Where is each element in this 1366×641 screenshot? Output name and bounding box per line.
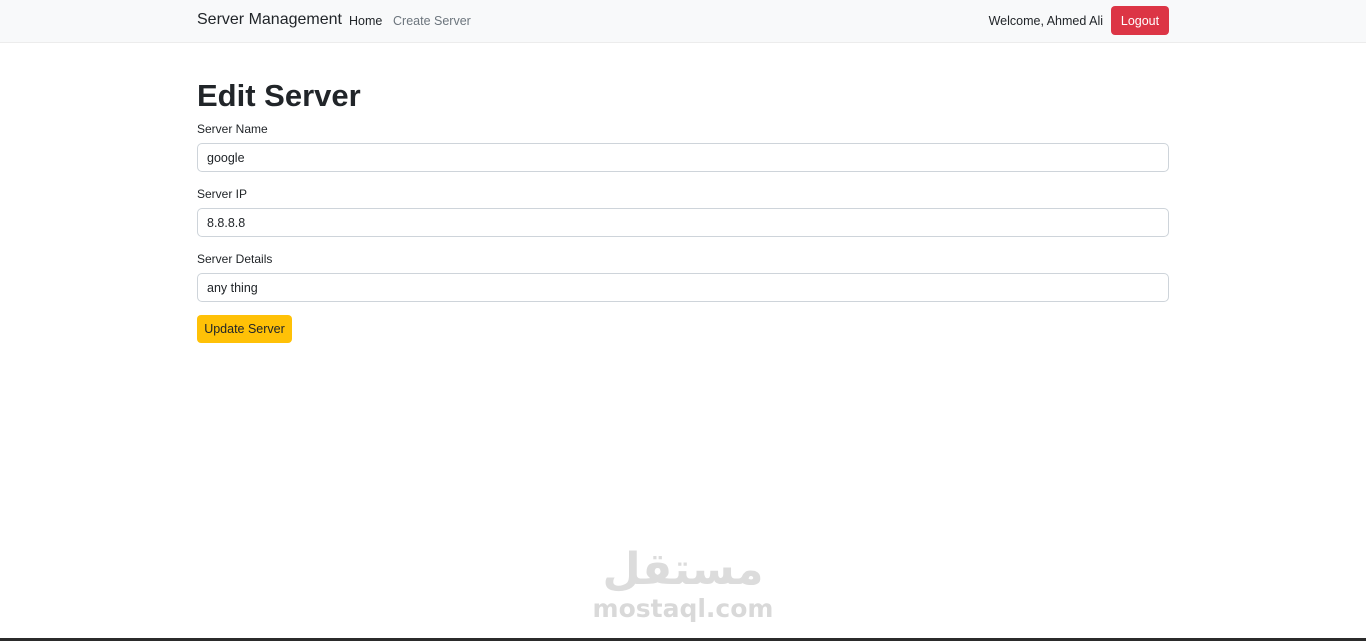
watermark-arabic-text: مستقل <box>602 544 764 595</box>
logout-button[interactable]: Logout <box>1111 6 1169 35</box>
top-navbar: Server Management Home Create Server Wel… <box>0 0 1366 43</box>
mostaql-watermark: مستقل mostaql.com <box>580 545 786 630</box>
welcome-text: Welcome, Ahmed Ali <box>988 14 1103 28</box>
watermark-latin-text: mostaql.com <box>592 594 774 623</box>
server-details-label: Server Details <box>197 252 273 266</box>
server-details-input[interactable] <box>197 273 1169 302</box>
navbar-brand[interactable]: Server Management <box>197 11 342 29</box>
page-title: Edit Server <box>197 78 361 113</box>
server-name-input[interactable] <box>197 143 1169 172</box>
server-name-label: Server Name <box>197 122 268 136</box>
nav-link-home[interactable]: Home <box>349 14 382 28</box>
server-ip-label: Server IP <box>197 187 248 201</box>
server-ip-input[interactable] <box>197 208 1169 237</box>
update-server-button[interactable]: Update Server <box>197 315 292 343</box>
nav-link-create-server[interactable]: Create Server <box>393 14 471 28</box>
